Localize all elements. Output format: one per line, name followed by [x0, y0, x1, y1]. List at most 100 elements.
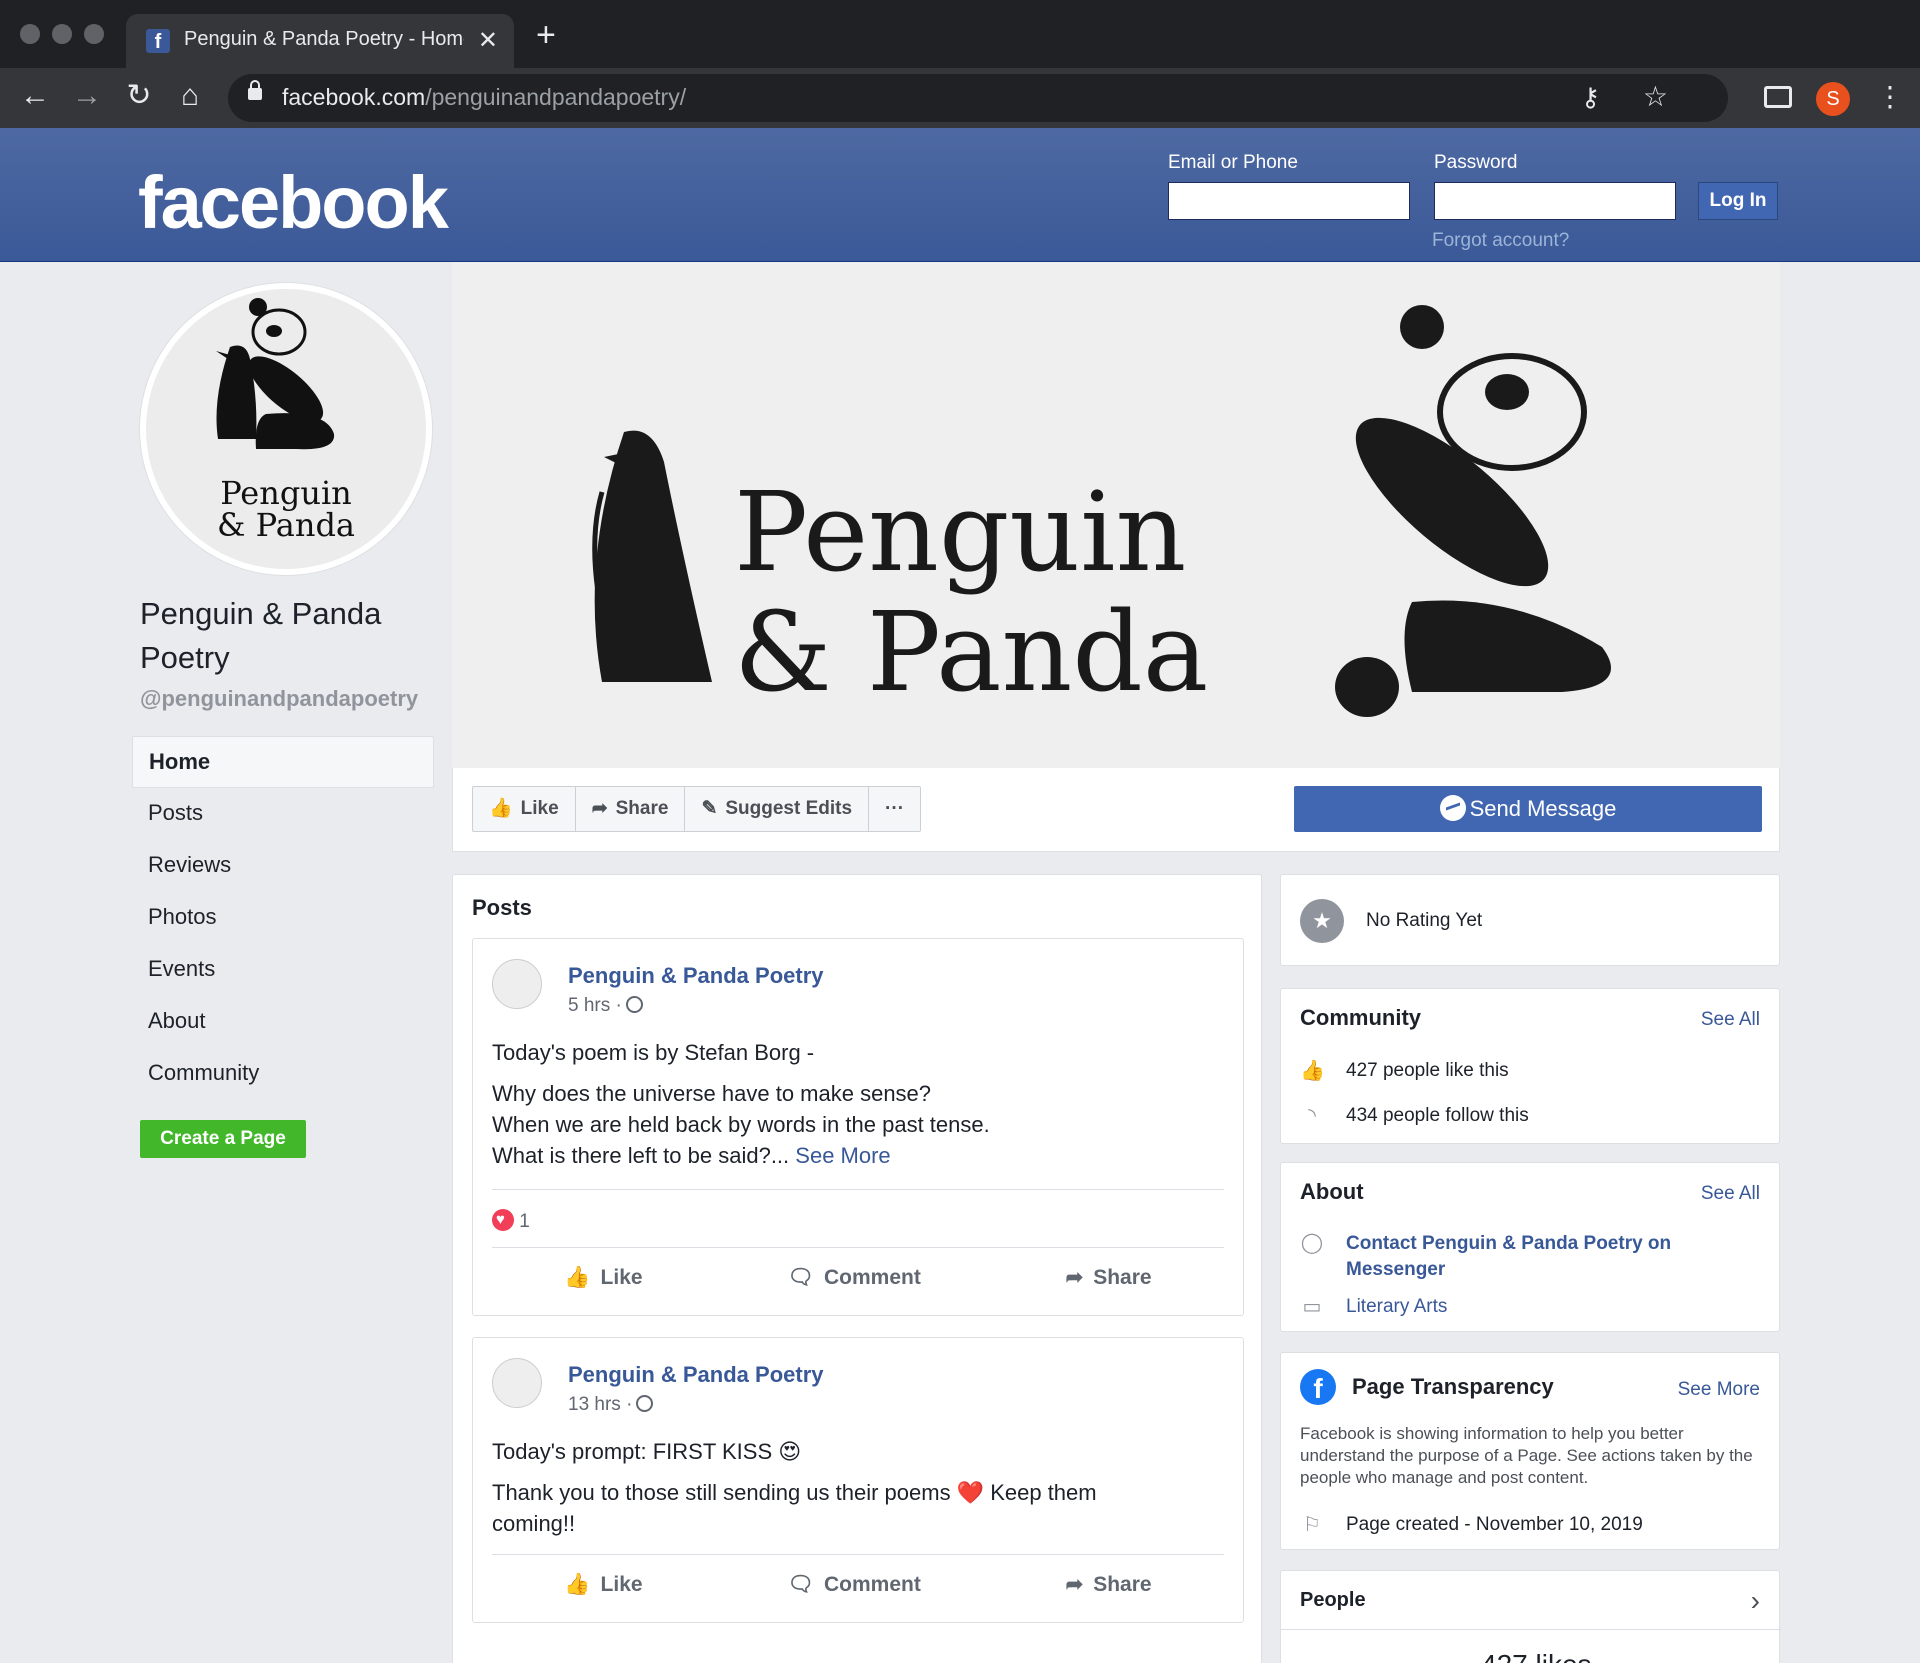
window-zoom-dot[interactable]	[84, 24, 104, 44]
window-minimize-dot[interactable]	[52, 24, 72, 44]
facebook-logo[interactable]: facebook	[138, 160, 449, 245]
back-arrow-icon[interactable]: ←	[15, 76, 55, 116]
thumbs-up-icon: 👍	[564, 1265, 591, 1289]
key-icon[interactable]: ⚷	[1581, 82, 1600, 113]
facebook-favicon-icon: f	[146, 29, 170, 53]
community-heading: Community	[1300, 1005, 1421, 1030]
home-icon[interactable]: ⌂	[170, 76, 210, 116]
divider	[492, 1554, 1224, 1555]
nav-item-posts[interactable]: Posts	[132, 788, 434, 840]
reaction-count[interactable]: 1	[492, 1209, 530, 1233]
messenger-icon: ◯	[1300, 1232, 1324, 1254]
nav-item-photos[interactable]: Photos	[132, 892, 434, 944]
messenger-row[interactable]: ◯ Contact Penguin & Panda Poetry on Messe…	[1300, 1231, 1726, 1283]
like-page-button[interactable]: 👍 Like	[473, 787, 576, 831]
cover-photo[interactable]: Penguin & Panda	[452, 262, 1780, 768]
browser-menu-icon[interactable]: ⋮	[1876, 78, 1904, 116]
thumbs-up-icon: 👍	[564, 1572, 591, 1596]
post-comment-button[interactable]: 🗨 Comment	[787, 1572, 921, 1597]
page-action-bar: 👍 Like ➦ Share ✎ Suggest Edits ··· Send Mes…	[452, 768, 1780, 852]
profile-picture[interactable]: Penguin & Panda	[140, 283, 432, 575]
browser-tabstrip: f Penguin & Panda Poetry - Home ✕ +	[0, 0, 1920, 68]
globe-icon	[625, 996, 643, 1013]
post-card: Penguin & Panda Poetry 13 hrs · Today's …	[472, 1337, 1244, 1623]
post-avatar[interactable]	[492, 959, 542, 1009]
share-arrow-icon: ➦	[591, 798, 608, 819]
people-card[interactable]: People › 427 likes	[1280, 1570, 1781, 1663]
more-options-button[interactable]: ···	[869, 787, 920, 831]
post-author[interactable]: Penguin & Panda Poetry	[568, 1362, 824, 1388]
post-actions: 👍 Like 🗨 Comment ➦ Share	[492, 1265, 1224, 1290]
community-see-all-link[interactable]: See All	[1701, 1009, 1760, 1031]
transparency-header: f Page Transparency	[1300, 1369, 1554, 1405]
browser-tab[interactable]: f Penguin & Panda Poetry - Home ✕	[126, 14, 514, 68]
address-bar[interactable]: facebook.com/penguinandpandapoetry/ ⚷ ☆	[228, 74, 1728, 122]
post-card: Penguin & Panda Poetry 5 hrs · Today's p…	[472, 938, 1244, 1316]
nav-item-about[interactable]: About	[132, 996, 434, 1048]
transparency-see-more-link[interactable]: See More	[1678, 1379, 1760, 1401]
people-heading: People	[1300, 1589, 1366, 1611]
nav-item-events[interactable]: Events	[132, 944, 434, 996]
window-close-dot[interactable]	[20, 24, 40, 44]
comment-icon: 🗨	[787, 1265, 814, 1289]
nav-item-community[interactable]: Community	[132, 1048, 434, 1100]
people-likes-count: 427 likes	[1481, 1649, 1592, 1663]
share-arrow-icon: ➦	[1065, 1573, 1084, 1596]
tab-title: Penguin & Panda Poetry - Home	[184, 28, 464, 50]
pencil-icon: ✎	[701, 798, 718, 819]
posts-section: Posts Penguin & Panda Poetry 5 hrs · Tod…	[452, 874, 1262, 1663]
transparency-heading: Page Transparency	[1352, 1374, 1554, 1399]
nav-item-reviews[interactable]: Reviews	[132, 840, 434, 892]
follows-row: ◝ 434 people follow this	[1300, 1104, 1529, 1128]
suggest-edits-button[interactable]: ✎ Suggest Edits	[685, 787, 870, 831]
post-share-button[interactable]: ➦ Share	[1066, 1572, 1152, 1597]
flag-icon: ⚐	[1303, 1514, 1321, 1536]
new-tab-button[interactable]: +	[536, 18, 556, 52]
forgot-account-link[interactable]: Forgot account?	[1432, 230, 1569, 252]
create-page-button[interactable]: Create a Page	[140, 1120, 306, 1158]
tab-close-icon[interactable]: ✕	[478, 26, 498, 55]
forward-arrow-icon[interactable]: →	[67, 76, 107, 116]
post-timestamp[interactable]: 5 hrs ·	[568, 995, 643, 1017]
nav-item-home[interactable]: Home	[132, 736, 434, 788]
divider	[492, 1189, 1224, 1190]
page-created-row: ⚐ Page created - November 10, 2019	[1300, 1513, 1643, 1537]
post-like-button[interactable]: 👍 Like	[564, 1572, 642, 1597]
post-timestamp[interactable]: 13 hrs ·	[568, 1394, 654, 1416]
page-handle[interactable]: @penguinandpandapoetry	[140, 686, 418, 712]
comment-icon: 🗨	[787, 1572, 814, 1596]
page-button-group: 👍 Like ➦ Share ✎ Suggest Edits ···	[472, 786, 922, 832]
post-avatar[interactable]	[492, 1358, 542, 1408]
thumbs-up-icon: 👍	[1300, 1060, 1325, 1082]
share-arrow-icon: ➦	[1065, 1266, 1084, 1289]
profile-avatar[interactable]: S	[1816, 82, 1850, 116]
about-see-all-link[interactable]: See All	[1701, 1183, 1760, 1205]
thumbs-up-icon: 👍	[489, 798, 513, 819]
cast-icon[interactable]	[1764, 86, 1792, 108]
logo-text: Penguin & Panda	[217, 474, 355, 544]
see-more-link[interactable]: See More	[795, 1143, 890, 1168]
url-text: facebook.com/penguinandpandapoetry/	[282, 84, 687, 110]
login-button[interactable]: Log In	[1698, 182, 1778, 220]
likes-row: 👍 427 people like this	[1300, 1060, 1509, 1082]
post-author[interactable]: Penguin & Panda Poetry	[568, 963, 824, 989]
share-page-button[interactable]: ➦ Share	[576, 787, 686, 831]
email-field[interactable]	[1168, 182, 1410, 220]
about-card: About See All ◯ Contact Penguin & Panda P…	[1280, 1162, 1780, 1332]
rating-card: ★ No Rating Yet	[1280, 874, 1780, 966]
profile-logo: Penguin & Panda	[146, 289, 426, 569]
post-comment-button[interactable]: 🗨 Comment	[787, 1265, 921, 1290]
send-message-button[interactable]: Send Message	[1294, 786, 1762, 832]
page-navigation: Home Posts Reviews Photos Events About C…	[132, 736, 434, 1100]
bookmark-star-icon[interactable]: ☆	[1643, 80, 1668, 113]
cover-text: Penguin & Panda	[734, 468, 1209, 716]
category-row[interactable]: ▭ Literary Arts	[1300, 1295, 1448, 1319]
reload-icon[interactable]: ↻	[119, 76, 159, 116]
post-like-button[interactable]: 👍 Like	[564, 1265, 642, 1290]
password-field[interactable]	[1434, 182, 1676, 220]
rating-text: No Rating Yet	[1366, 910, 1483, 931]
chevron-right-icon[interactable]: ›	[1751, 1585, 1760, 1617]
post-share-button[interactable]: ➦ Share	[1066, 1265, 1152, 1290]
rating-row[interactable]: ★ No Rating Yet	[1300, 899, 1482, 943]
lock-icon	[248, 80, 262, 100]
